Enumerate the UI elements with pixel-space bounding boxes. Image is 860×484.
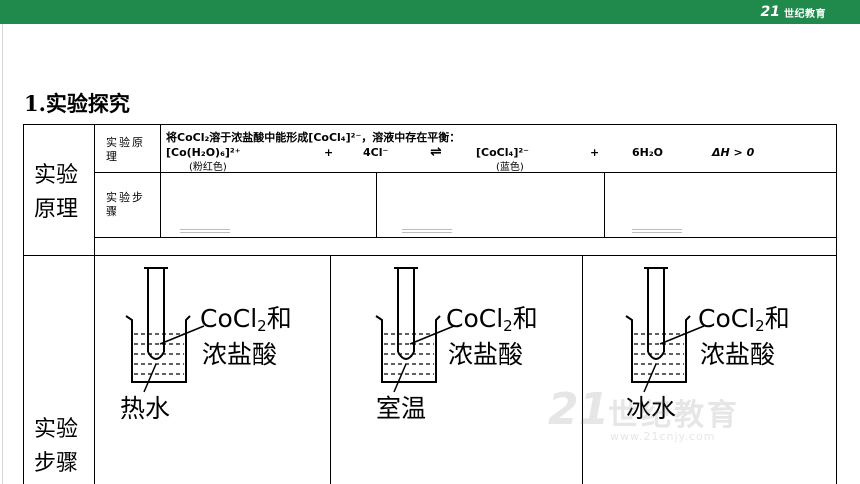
bath-label-room: 室温: [376, 394, 427, 423]
inner-step-divider-1: [376, 172, 377, 237]
answer-blank-3: [632, 229, 682, 233]
equation-enthalpy: ΔH > 0: [712, 146, 755, 159]
answer-blank-2: [402, 229, 452, 233]
solution-subscript-1: 2: [257, 317, 267, 335]
test-tube: [644, 267, 668, 360]
solution-conj-3: 和: [764, 304, 790, 333]
section-title: 1.实验探究: [24, 91, 130, 116]
solution-subscript-3: 2: [755, 317, 765, 335]
equation-plus-2: +: [590, 146, 600, 159]
solution-line2-2: 浓盐酸: [448, 340, 524, 369]
inner-label-principle: 实验原理: [106, 136, 145, 163]
watermark-text: 世纪教育: [608, 398, 740, 433]
solution-subscript-2: 2: [503, 317, 513, 335]
equation-chloride: 4Cl⁻: [363, 146, 389, 159]
answer-blank-1: [180, 229, 230, 233]
beaker: [625, 315, 691, 383]
bath-liquid: [384, 333, 434, 375]
inner-bottom-rule: [94, 237, 836, 238]
watermark-url: www.21cnjy.com: [610, 430, 716, 443]
equation-plus-1: +: [324, 146, 334, 159]
solution-formula-1: CoCl: [200, 304, 258, 333]
beaker: [125, 315, 191, 383]
setup-ice-water-figure: [625, 267, 705, 393]
setup-room-temp-figure: [375, 267, 455, 393]
brand-watermark: 21 世纪教育 www.21cnjy.com: [548, 384, 838, 454]
watermark-mark: 21: [548, 384, 610, 435]
principle-statement: 将CoCl₂溶于浓盐酸中能形成[CoCl₄]²⁻，溶液中存在平衡：: [166, 131, 461, 144]
bath-label-hot: 热水: [120, 394, 171, 423]
row-label-principle: 实验原理: [34, 163, 79, 222]
bath-liquid: [134, 333, 184, 375]
solution-label-1: CoCl2和: [200, 302, 292, 343]
row-label-steps: 实验步骤: [34, 417, 79, 476]
inner-label-steps: 实验步骤: [106, 191, 145, 218]
solution-conj-1: 和: [266, 304, 292, 333]
brand-logo-text: 世纪教育: [784, 8, 826, 20]
test-tube: [144, 267, 168, 360]
solution-label-3: CoCl2和: [698, 302, 790, 343]
inner-label-divider: [160, 125, 161, 237]
solution-label-2: CoCl2和: [446, 302, 538, 343]
label-column-divider: [94, 125, 95, 484]
color-blue-label: (蓝色): [496, 162, 524, 173]
row-divider: [24, 255, 836, 256]
brand-logo-mark: 21: [760, 4, 780, 20]
equation-water: 6H₂O: [632, 146, 664, 159]
left-edge-rule: [2, 24, 3, 484]
brand-logo: 21 世纪教育: [761, 4, 826, 20]
setup-divider-1: [330, 255, 331, 484]
inner-step-divider-2: [604, 172, 605, 237]
beaker: [375, 315, 441, 383]
equation-arrow: ⇌: [430, 144, 442, 160]
test-tube: [394, 267, 418, 360]
solution-formula-3: CoCl: [698, 304, 756, 333]
setup-hot-water-figure: [125, 267, 205, 393]
solution-line2-3: 浓盐酸: [700, 340, 776, 369]
bath-liquid: [634, 333, 684, 375]
solution-formula-2: CoCl: [446, 304, 504, 333]
solution-line2-1: 浓盐酸: [202, 340, 278, 369]
solution-conj-2: 和: [512, 304, 538, 333]
top-banner: 21 世纪教育: [0, 0, 860, 24]
color-pink-label: (粉红色): [189, 162, 227, 173]
